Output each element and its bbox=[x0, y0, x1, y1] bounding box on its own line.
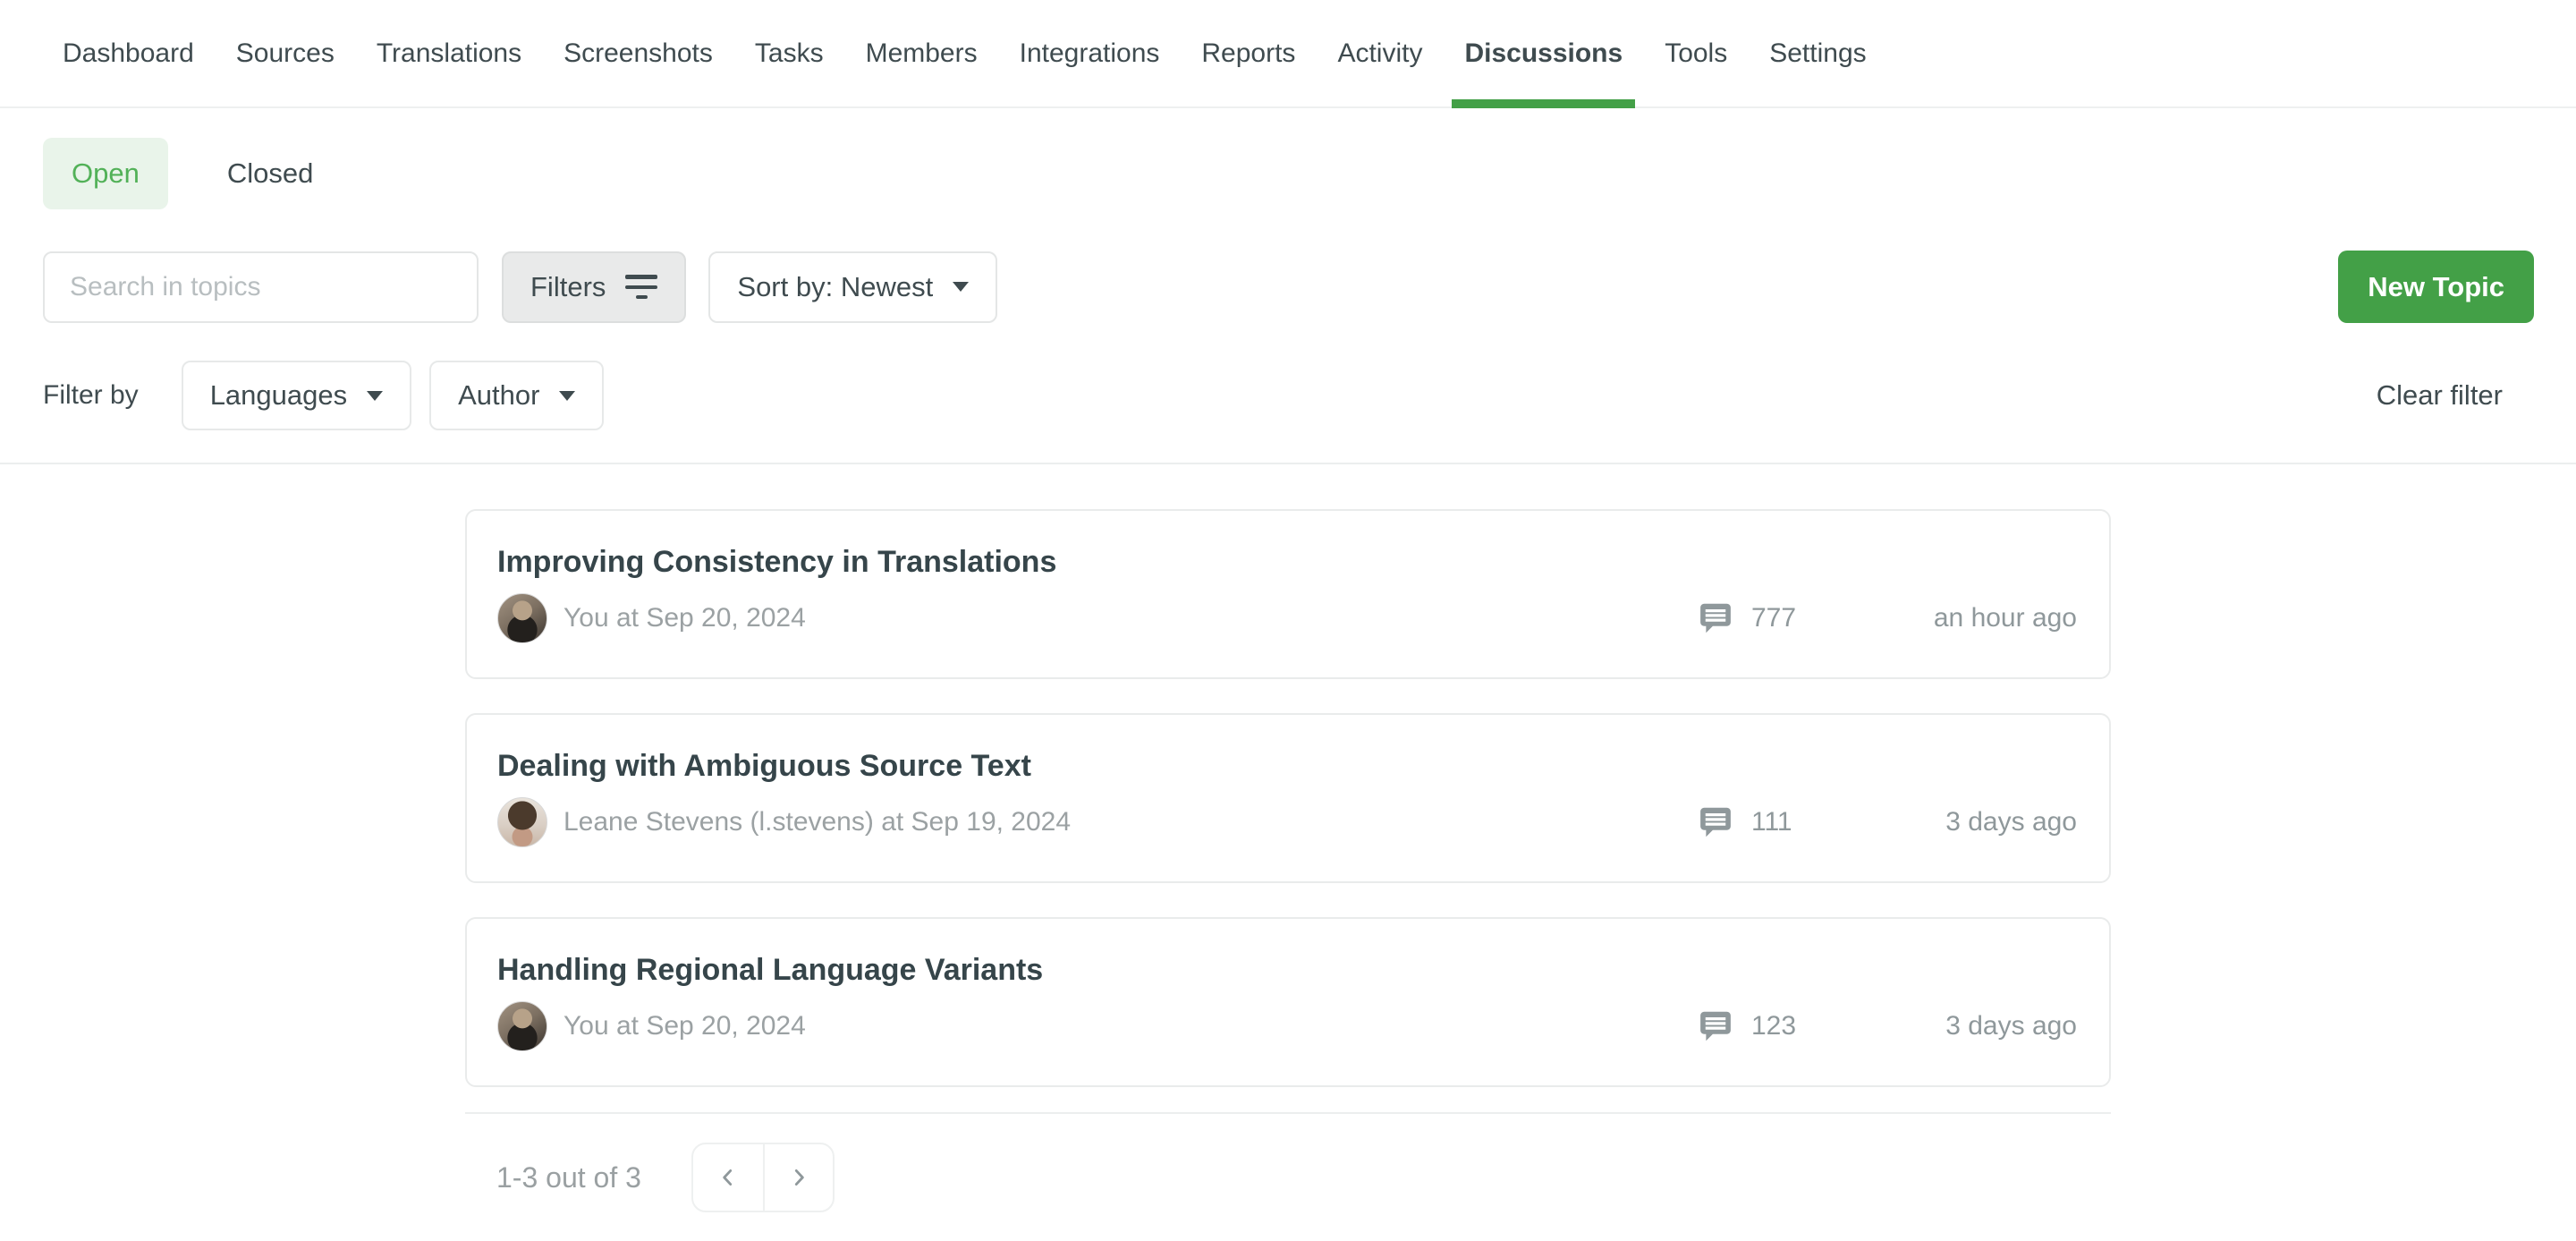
topic-updated-time: 3 days ago bbox=[1818, 1011, 2077, 1041]
topic-title: Improving Consistency in Translations bbox=[497, 545, 2077, 580]
filters-button[interactable]: Filters bbox=[502, 251, 686, 323]
nav-item-sources[interactable]: Sources bbox=[236, 0, 335, 106]
filter-by-label: Filter by bbox=[43, 380, 139, 411]
nav-item-discussions[interactable]: Discussions bbox=[1464, 0, 1623, 106]
next-page-button[interactable] bbox=[763, 1144, 833, 1211]
nav-item-reports[interactable]: Reports bbox=[1201, 0, 1295, 106]
author-filter-label: Author bbox=[458, 379, 539, 412]
comment-bubble-icon bbox=[1698, 804, 1733, 840]
comment-count: 777 bbox=[1751, 603, 1818, 633]
nav-item-label: Discussions bbox=[1464, 38, 1623, 69]
nav-item-label: Integrations bbox=[1020, 38, 1160, 69]
tab-closed[interactable]: Closed bbox=[227, 157, 314, 190]
nav-item-settings[interactable]: Settings bbox=[1769, 0, 1866, 106]
author-avatar bbox=[497, 593, 547, 643]
nav-item-label: Translations bbox=[377, 38, 521, 69]
status-tabs: Open Closed bbox=[43, 138, 2576, 209]
topic-card[interactable]: Improving Consistency in Translations Yo… bbox=[465, 509, 2111, 679]
tab-open[interactable]: Open bbox=[43, 138, 168, 209]
topic-card[interactable]: Dealing with Ambiguous Source Text Leane… bbox=[465, 713, 2111, 883]
topic-author-line: You at Sep 20, 2024 bbox=[564, 603, 1698, 633]
topics-list: Improving Consistency in Translations Yo… bbox=[465, 509, 2111, 1087]
chevron-down-icon bbox=[953, 282, 969, 292]
topic-updated-time: an hour ago bbox=[1818, 603, 2077, 633]
comment-bubble-icon bbox=[1698, 600, 1733, 636]
pagination: 1-3 out of 3 bbox=[496, 1143, 2576, 1212]
list-divider bbox=[465, 1112, 2111, 1114]
topic-title: Dealing with Ambiguous Source Text bbox=[497, 749, 2077, 784]
languages-filter-button[interactable]: Languages bbox=[182, 361, 411, 430]
comment-count-group: 777 bbox=[1698, 600, 1818, 636]
nav-item-label: Tools bbox=[1665, 38, 1727, 69]
nav-item-activity[interactable]: Activity bbox=[1337, 0, 1422, 106]
pagination-summary: 1-3 out of 3 bbox=[496, 1161, 641, 1194]
nav-item-label: Members bbox=[866, 38, 978, 69]
nav-item-integrations[interactable]: Integrations bbox=[1020, 0, 1160, 106]
nav-item-label: Tasks bbox=[755, 38, 824, 69]
new-topic-button[interactable]: New Topic bbox=[2338, 251, 2534, 323]
nav-item-tools[interactable]: Tools bbox=[1665, 0, 1727, 106]
previous-page-button[interactable] bbox=[693, 1144, 763, 1211]
chevron-right-icon bbox=[787, 1166, 810, 1189]
nav-item-label: Reports bbox=[1201, 38, 1295, 69]
topic-author-line: Leane Stevens (l.stevens) at Sep 19, 202… bbox=[564, 807, 1698, 837]
nav-item-translations[interactable]: Translations bbox=[377, 0, 521, 106]
clear-filter-label: Clear filter bbox=[2377, 379, 2503, 412]
close-icon bbox=[2330, 382, 2357, 409]
comment-count: 111 bbox=[1751, 807, 1818, 837]
topics-toolbar: Filters Sort by: Newest New Topic bbox=[0, 251, 2576, 323]
topic-updated-time: 3 days ago bbox=[1818, 807, 2077, 837]
nav-item-members[interactable]: Members bbox=[866, 0, 978, 106]
filter-bar: Filter by Languages Author Clear filter bbox=[0, 361, 2576, 430]
topic-meta: You at Sep 20, 2024 777 an hour ago bbox=[497, 593, 2077, 643]
nav-item-label: Screenshots bbox=[564, 38, 713, 69]
comment-count-group: 111 bbox=[1698, 804, 1818, 840]
author-avatar bbox=[497, 1001, 547, 1051]
sort-by-label: Sort by: Newest bbox=[737, 271, 933, 303]
nav-item-label: Activity bbox=[1337, 38, 1422, 69]
filter-lines-icon bbox=[625, 275, 657, 299]
nav-item-label: Settings bbox=[1769, 38, 1866, 69]
comment-count: 123 bbox=[1751, 1011, 1818, 1041]
languages-filter-label: Languages bbox=[210, 379, 347, 412]
sort-by-button[interactable]: Sort by: Newest bbox=[708, 251, 997, 323]
project-nav: Dashboard Sources Translations Screensho… bbox=[0, 0, 2576, 108]
nav-item-tasks[interactable]: Tasks bbox=[755, 0, 824, 106]
topic-meta: You at Sep 20, 2024 123 3 days ago bbox=[497, 1001, 2077, 1051]
comment-count-group: 123 bbox=[1698, 1008, 1818, 1044]
author-avatar bbox=[497, 797, 547, 847]
nav-item-label: Sources bbox=[236, 38, 335, 69]
chevron-down-icon bbox=[367, 391, 383, 401]
clear-filter-button[interactable]: Clear filter bbox=[2330, 379, 2503, 412]
nav-item-label: Dashboard bbox=[63, 38, 194, 69]
author-filter-button[interactable]: Author bbox=[429, 361, 604, 430]
nav-item-screenshots[interactable]: Screenshots bbox=[564, 0, 713, 106]
pager bbox=[691, 1143, 835, 1212]
chevron-left-icon bbox=[716, 1166, 740, 1189]
search-input[interactable] bbox=[43, 251, 479, 323]
topic-author-line: You at Sep 20, 2024 bbox=[564, 1011, 1698, 1041]
chevron-down-icon bbox=[559, 391, 575, 401]
topic-title: Handling Regional Language Variants bbox=[497, 953, 2077, 988]
section-divider bbox=[0, 463, 2576, 464]
topic-meta: Leane Stevens (l.stevens) at Sep 19, 202… bbox=[497, 797, 2077, 847]
topic-card[interactable]: Handling Regional Language Variants You … bbox=[465, 917, 2111, 1087]
filters-button-label: Filters bbox=[530, 271, 606, 303]
nav-item-dashboard[interactable]: Dashboard bbox=[63, 0, 194, 106]
comment-bubble-icon bbox=[1698, 1008, 1733, 1044]
